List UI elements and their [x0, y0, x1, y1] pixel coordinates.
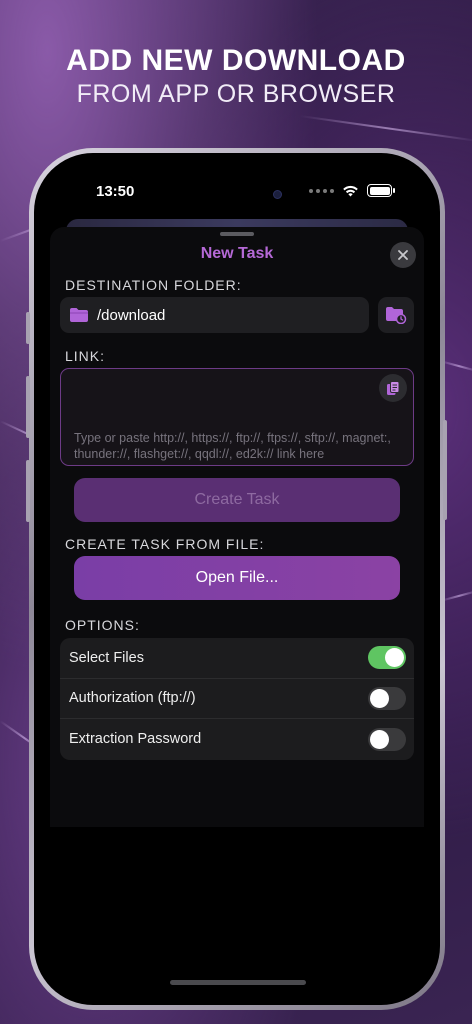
phone-screen: 13:50 New Task DESTINATION FOLDER: /down…: [34, 153, 440, 1005]
home-indicator[interactable]: [170, 980, 306, 985]
cellular-signal-icon: [309, 188, 334, 193]
headline-line-1: ADD NEW DOWNLOAD: [66, 44, 406, 77]
destination-folder-value: /download: [97, 306, 166, 324]
destination-folder-label: DESTINATION FOLDER:: [65, 277, 242, 293]
extraction-password-toggle[interactable]: [368, 727, 406, 751]
close-icon: [398, 250, 408, 260]
sheet-title: New Task: [200, 245, 274, 262]
link-label: LINK:: [65, 348, 106, 364]
option-label: Select Files: [69, 649, 144, 666]
wifi-icon: [343, 185, 358, 197]
paste-button[interactable]: [379, 374, 407, 402]
option-row-authorization: Authorization (ftp://): [60, 679, 414, 719]
front-camera: [273, 190, 282, 199]
option-label: Authorization (ftp://): [69, 690, 196, 707]
create-task-button[interactable]: Create Task: [74, 478, 400, 522]
folder-history-icon: [386, 307, 407, 324]
link-input[interactable]: Type or paste http://, https://, ftp://,…: [60, 368, 414, 466]
options-list: Select Files Authorization (ftp://) Extr…: [60, 638, 414, 760]
create-from-file-label: CREATE TASK FROM FILE:: [65, 536, 265, 552]
select-files-toggle[interactable]: [368, 646, 406, 670]
close-button[interactable]: [390, 242, 416, 268]
authorization-toggle[interactable]: [368, 686, 406, 710]
options-label: OPTIONS:: [65, 617, 140, 633]
recent-folders-button[interactable]: [378, 297, 414, 333]
background-streak: [299, 115, 472, 143]
option-row-select-files: Select Files: [60, 638, 414, 679]
status-icons: [309, 184, 395, 197]
status-time: 13:50: [96, 183, 135, 200]
phone-button-volume-up: [26, 376, 30, 438]
new-task-sheet: New Task DESTINATION FOLDER: /download L…: [50, 227, 424, 827]
phone-button-volume-down: [26, 460, 30, 522]
phone-button-power: [443, 420, 447, 520]
option-row-extraction-password: Extraction Password: [60, 719, 414, 760]
headline: ADD NEW DOWNLOAD FROM APP OR BROWSER: [0, 44, 472, 109]
open-file-button[interactable]: Open File...: [74, 556, 400, 600]
destination-folder-field[interactable]: /download: [60, 297, 369, 333]
link-placeholder: Type or paste http://, https://, ftp://,…: [74, 431, 391, 461]
headline-line-2: FROM APP OR BROWSER: [76, 80, 396, 108]
phone-button-mute: [26, 312, 30, 344]
paste-icon: [387, 380, 400, 395]
battery-icon: [367, 184, 395, 197]
sheet-grabber[interactable]: [220, 232, 254, 236]
option-label: Extraction Password: [69, 731, 202, 748]
folder-icon: [70, 308, 88, 322]
